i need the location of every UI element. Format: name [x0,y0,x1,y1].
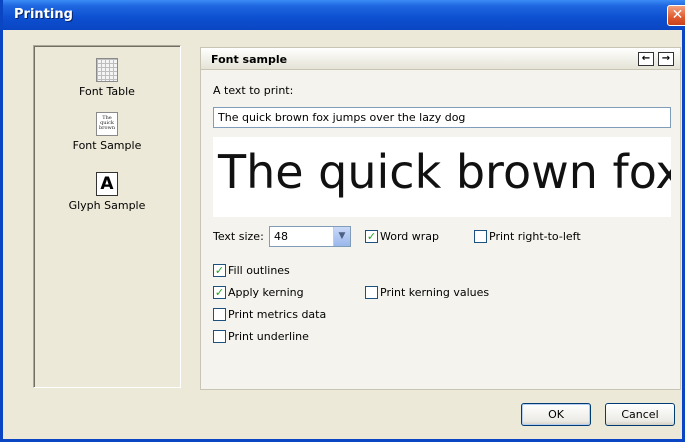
sidebar-item-label: Font Table [79,85,135,98]
title-bar[interactable]: Printing ✕ [3,0,685,30]
back-button[interactable]: ← [638,52,654,66]
arrow-left-icon: ← [641,53,651,64]
arrow-right-icon: → [661,53,671,64]
cancel-button[interactable]: Cancel [605,403,675,426]
checkbox-icon[interactable] [213,329,226,343]
ok-button[interactable]: OK [521,403,591,426]
printing-dialog: Printing ✕ Font Table The quick brown Fo… [0,0,685,442]
print-underline-checkbox[interactable]: Print underline [213,329,309,343]
sidebar-item-glyph-sample[interactable]: A Glyph Sample [34,172,180,212]
font-sample-panel: Font sample ← → A text to print: The qui… [200,47,681,390]
window-title: Printing [14,7,73,22]
sidebar-item-label: Font Sample [72,139,142,152]
apply-kerning-label: Apply kerning [228,285,304,299]
glyph-sample-icon: A [96,172,118,196]
text-to-print-input[interactable]: The quick brown fox jumps over the lazy … [213,107,671,128]
preview-text: The quick brown fox jumps over the lazy … [218,145,671,199]
close-button[interactable]: ✕ [667,5,685,26]
checkbox-checked-icon[interactable]: ✓ [365,229,378,243]
chevron-down-icon[interactable]: ▼ [333,227,350,246]
print-underline-label: Print underline [228,329,309,343]
checkbox-checked-icon[interactable]: ✓ [213,285,226,299]
forward-button[interactable]: → [658,52,674,66]
checkbox-icon[interactable] [213,307,226,321]
font-preview: The quick brown fox jumps over the lazy … [213,137,671,217]
fill-outlines-checkbox[interactable]: ✓ Fill outlines [213,263,290,277]
panel-header: Font sample ← → [201,48,680,70]
font-sample-icon-line: brown [98,125,116,131]
word-wrap-label: Word wrap [380,229,440,243]
sidebar-item-label: Glyph Sample [68,199,146,212]
apply-kerning-checkbox[interactable]: ✓ Apply kerning [213,285,304,299]
panel-title: Font sample [211,53,288,66]
print-rtl-label: Print right-to-left [489,229,581,243]
font-table-icon [96,58,118,82]
sidebar-item-font-table[interactable]: Font Table [34,58,180,98]
sidebar-item-font-sample[interactable]: The quick brown Font Sample [34,112,180,152]
print-kerning-values-checkbox[interactable]: Print kerning values [365,285,489,299]
print-metrics-label: Print metrics data [228,307,327,321]
checkbox-checked-icon[interactable]: ✓ [213,263,226,277]
close-icon: ✕ [671,7,684,23]
text-size-label: Text size: [213,230,264,243]
print-metrics-checkbox[interactable]: Print metrics data [213,307,326,321]
checkbox-icon[interactable] [474,229,487,243]
text-to-print-label: A text to print: [213,84,294,97]
text-size-select[interactable]: 48 ▼ [269,226,351,247]
checkbox-icon[interactable] [365,285,378,299]
sidebar: Font Table The quick brown Font Sample A… [33,45,181,388]
word-wrap-checkbox[interactable]: ✓ Word wrap [365,229,439,243]
print-kerning-values-label: Print kerning values [380,285,490,299]
fill-outlines-label: Fill outlines [228,263,290,277]
text-size-value: 48 [274,230,288,243]
font-sample-icon: The quick brown [96,112,118,136]
print-rtl-checkbox[interactable]: Print right-to-left [474,229,581,243]
